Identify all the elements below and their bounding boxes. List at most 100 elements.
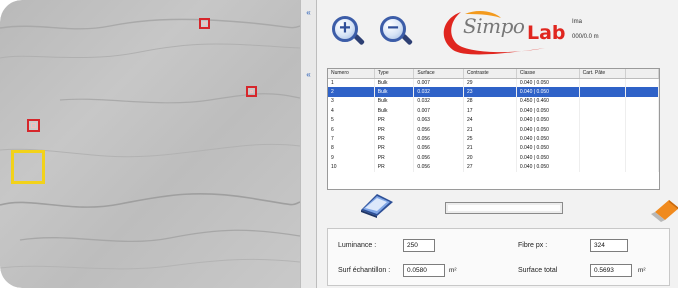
table-cell [579, 96, 626, 107]
collapse-arrow-icon[interactable]: « [304, 8, 313, 17]
fibre-label: Fibre px : [518, 242, 548, 249]
table-header-row: Numero Type Surface Contraste Classe Car… [328, 69, 660, 79]
eraser-icon[interactable] [649, 196, 678, 222]
table-cell: 17 [463, 106, 517, 116]
table-cell: PR [374, 124, 415, 135]
table-cell: Bulk [374, 78, 415, 88]
table-cell [625, 78, 660, 88]
table-cell: 10 [328, 162, 375, 172]
table-row[interactable]: 8 PR 0.056 21 0.040 | 0.050 [328, 143, 660, 154]
zoom-out-button[interactable]: − [377, 13, 414, 49]
table-row[interactable]: 4 Bulk 0.007 17 0.040 | 0.050 [328, 106, 660, 116]
table-cell: 25 [463, 134, 517, 144]
defect-marker[interactable] [199, 18, 210, 29]
defect-marker[interactable] [27, 119, 40, 132]
table-cell: 28 [463, 96, 517, 107]
table-row[interactable]: 9 PR 0.056 20 0.040 | 0.050 [328, 153, 660, 163]
zoom-in-button[interactable]: + [329, 13, 366, 49]
table-cell [579, 115, 626, 125]
total-surface-unit: m² [638, 267, 646, 274]
panel-splitter[interactable]: « « [300, 0, 317, 288]
sample-surface-field[interactable]: 0.0580 [403, 264, 445, 277]
table-cell [579, 106, 626, 116]
table-cell: 0.007 [413, 78, 464, 88]
table-cell: PR [374, 153, 415, 163]
paper-texture [0, 18, 300, 270]
table-cell: 21 [463, 124, 517, 135]
table-cell: 4 [328, 106, 375, 116]
fibre-field[interactable]: 324 [590, 239, 628, 252]
table-cell [625, 143, 660, 154]
table-cell: 0.056 [413, 134, 464, 144]
table-cell: 3 [328, 96, 375, 107]
defect-marker[interactable] [246, 86, 257, 97]
table-cell: 21 [463, 143, 517, 154]
column-header[interactable]: Cart. Pâte [579, 69, 626, 79]
image-info-line2: 000/0.0 m [572, 34, 599, 40]
plus-icon: + [339, 17, 351, 39]
table-cell: 0.032 [413, 87, 464, 97]
scanner-icon[interactable] [357, 188, 397, 218]
table-cell: 0.056 [413, 162, 464, 172]
table-cell [579, 162, 626, 172]
results-table[interactable]: Numero Type Surface Contraste Classe Car… [327, 68, 660, 190]
image-info: Ima 000/0.0 m [572, 15, 599, 45]
table-cell: 0.056 [413, 124, 464, 135]
luminance-label: Luminance : [338, 242, 377, 249]
table-cell: 0.040 | 0.050 [516, 106, 580, 116]
table-row[interactable]: 10 PR 0.056 27 0.040 | 0.050 [328, 162, 660, 172]
table-cell [579, 134, 626, 144]
table-cell: 0.040 | 0.050 [516, 143, 580, 154]
table-cell: 0.040 | 0.050 [516, 153, 580, 163]
collapse-arrow-icon[interactable]: « [304, 70, 313, 79]
table-cell: PR [374, 162, 415, 172]
logo-text: Simpo [463, 14, 525, 38]
table-row[interactable]: 3 Bulk 0.032 28 0.450 | 0.460 [328, 96, 660, 107]
table-cell: 0.040 | 0.050 [516, 162, 580, 172]
image-viewer[interactable] [0, 0, 300, 288]
table-cell [579, 78, 626, 88]
table-cell: PR [374, 134, 415, 144]
table-cell: 9 [328, 153, 375, 163]
table-row[interactable]: 2 Bulk 0.032 23 0.040 | 0.050 [328, 87, 660, 97]
table-cell: 0.040 | 0.050 [516, 87, 580, 97]
column-header[interactable] [625, 69, 660, 79]
table-cell: PR [374, 143, 415, 154]
table-cell: PR [374, 115, 415, 125]
luminance-field[interactable]: 250 [403, 239, 435, 252]
table-cell [625, 162, 660, 172]
table-cell: 27 [463, 162, 517, 172]
table-cell [625, 124, 660, 135]
column-header[interactable]: Numero [328, 69, 375, 79]
table-cell: 2 [328, 87, 375, 97]
table-row[interactable]: 5 PR 0.063 24 0.040 | 0.050 [328, 115, 660, 125]
column-header[interactable]: Surface [413, 69, 464, 79]
table-cell: 0.056 [413, 143, 464, 154]
table-cell [625, 96, 660, 107]
table-row[interactable]: 7 PR 0.056 25 0.040 | 0.050 [328, 134, 660, 144]
total-surface-field[interactable]: 0.5693 [590, 264, 632, 277]
table-cell: Bulk [374, 96, 415, 107]
table-row[interactable]: 6 PR 0.056 21 0.040 | 0.050 [328, 124, 660, 135]
table-cell: 7 [328, 134, 375, 144]
table-cell: 6 [328, 124, 375, 135]
table-cell: 0.450 | 0.460 [516, 96, 580, 107]
table-row[interactable]: 1 Bulk 0.007 29 0.040 | 0.050 [328, 78, 660, 88]
simpolab-logo: Simpo Lab [435, 8, 566, 56]
table-cell: Bulk [374, 106, 415, 116]
column-header[interactable]: Classe [516, 69, 580, 79]
scan-progress-bar [445, 202, 563, 214]
table-cell [579, 87, 626, 97]
table-cell: 24 [463, 115, 517, 125]
table-cell: 0.040 | 0.050 [516, 78, 580, 88]
table-cell: 0.040 | 0.050 [516, 134, 580, 144]
table-cell: 0.007 [413, 106, 464, 116]
column-header[interactable]: Type [374, 69, 415, 79]
control-panel: + − Simpo Lab Ima 000/0.0 m Numero Type … [317, 0, 678, 288]
selection-box[interactable] [11, 150, 45, 184]
column-header[interactable]: Contraste [463, 69, 517, 79]
table-cell [625, 134, 660, 144]
image-info-line1: Ima [572, 19, 583, 25]
table-cell [625, 153, 660, 163]
table-cell: 0.063 [413, 115, 464, 125]
